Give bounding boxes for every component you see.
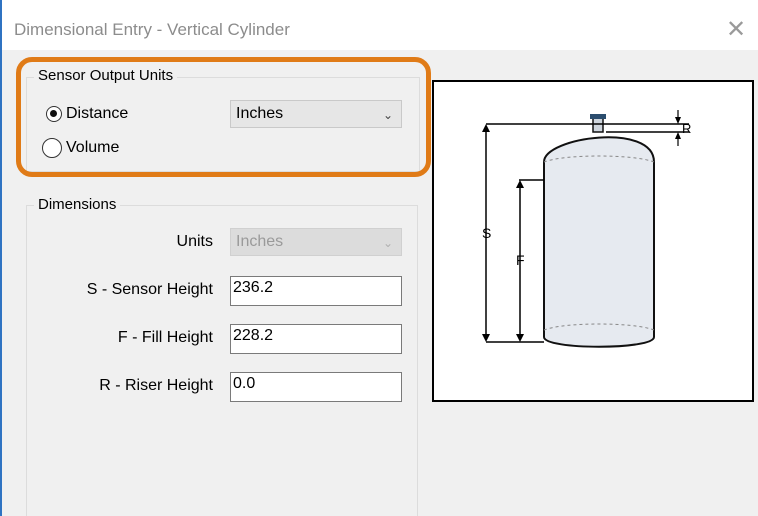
tank-body <box>543 136 655 348</box>
fill-height-input[interactable]: 228.2 <box>230 324 402 354</box>
r-label: R <box>682 121 691 136</box>
riser-height-label: R - Riser Height <box>99 377 213 394</box>
sensor-nozzle <box>592 117 604 133</box>
tank-diagram: S F R <box>432 80 754 402</box>
riser-height-input[interactable]: 0.0 <box>230 372 402 402</box>
f-label: F <box>516 252 525 268</box>
title-bar: Dimensional Entry - Vertical Cylinder ✕ <box>2 0 758 50</box>
tank-diagram-svg: S F R <box>482 110 691 348</box>
f-arrow-top <box>516 180 524 188</box>
dimension-units-value: Inches <box>236 233 284 250</box>
s-arrow-bottom <box>482 334 490 342</box>
close-button[interactable]: ✕ <box>720 16 752 44</box>
units-label: Units <box>176 233 213 250</box>
highlight-annotation <box>16 57 431 177</box>
s-arrow-top <box>482 124 490 132</box>
sensor-height-input[interactable]: 236.2 <box>230 276 402 306</box>
dimensions-group-label: Dimensions <box>34 196 121 213</box>
window-title: Dimensional Entry - Vertical Cylinder <box>14 20 290 39</box>
chevron-down-icon: ⌄ <box>382 236 393 250</box>
sensor-cap <box>590 114 606 119</box>
fill-height-label: F - Fill Height <box>117 329 213 346</box>
r-arrow-bottom <box>675 132 681 139</box>
sensor-height-label: S - Sensor Height <box>86 281 213 298</box>
r-arrow-top <box>675 117 681 124</box>
dialog-window: Dimensional Entry - Vertical Cylinder ✕ … <box>0 0 758 516</box>
close-icon: ✕ <box>725 16 747 43</box>
s-label: S <box>482 225 491 241</box>
dimension-units-select: Inches ⌄ <box>230 228 402 256</box>
f-arrow-bottom <box>516 334 524 342</box>
